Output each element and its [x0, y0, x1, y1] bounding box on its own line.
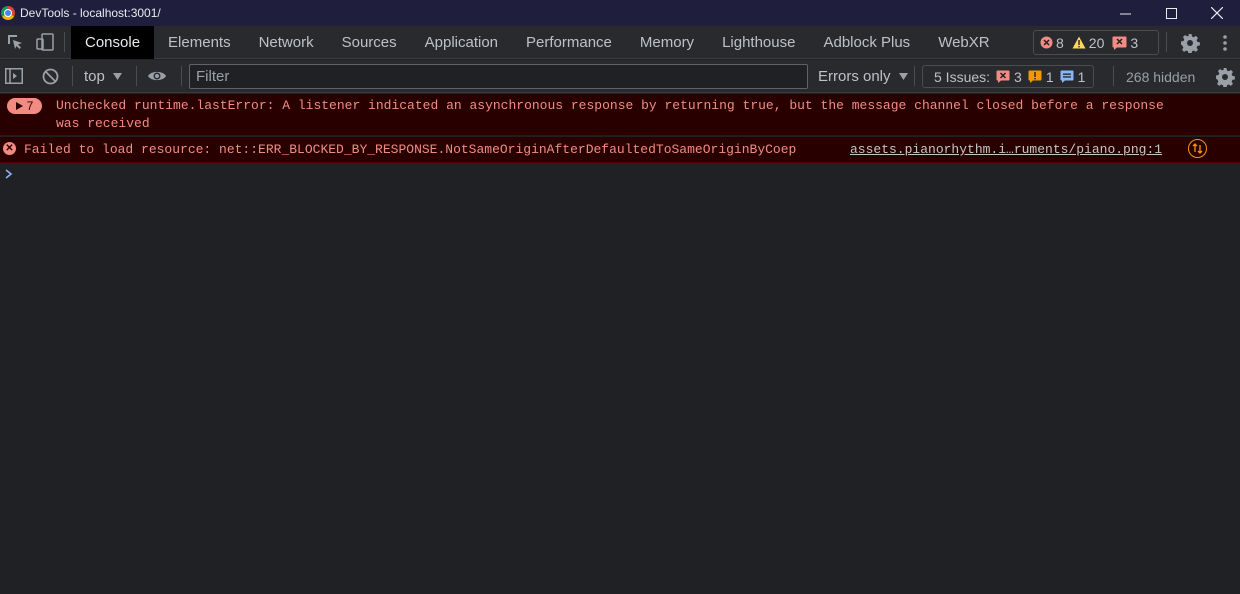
console-prompt[interactable] — [5, 168, 13, 184]
network-request-icon[interactable] — [1188, 139, 1207, 158]
error-warning-counter[interactable]: 8 20 3 — [1033, 30, 1159, 55]
issue-info-icon — [1060, 70, 1074, 83]
inspect-icon — [8, 35, 22, 49]
hidden-messages-count: 268 hidden — [1126, 68, 1196, 85]
eye-icon — [148, 71, 166, 81]
error-icon: ✕ — [3, 142, 16, 155]
arrows-icon — [1192, 143, 1203, 154]
tab-application[interactable]: Application — [411, 26, 512, 59]
expand-arrow-icon — [15, 102, 23, 110]
device-toolbar-button[interactable] — [30, 26, 60, 59]
tab-memory[interactable]: Memory — [626, 26, 708, 59]
kebab-menu-icon — [1223, 34, 1227, 51]
message-text: Unchecked runtime.lastError: A listener … — [56, 98, 1164, 131]
toolbar-separator — [914, 66, 915, 86]
clear-console-button[interactable] — [36, 60, 64, 93]
console-toolbar: top Filter Errors only 5 Issues: 3 1 1 2… — [0, 60, 1240, 93]
dropdown-arrow-icon — [112, 72, 122, 80]
warning-icon — [1072, 36, 1086, 49]
issues-count: 3 — [1130, 34, 1139, 51]
tab-lighthouse[interactable]: Lighthouse — [708, 26, 809, 59]
tab-elements[interactable]: Elements — [154, 26, 245, 59]
tab-console[interactable]: Console — [71, 25, 155, 59]
context-label: top — [84, 67, 105, 85]
toolbar-separator — [1113, 66, 1114, 86]
issues-error-count: 3 — [1014, 68, 1022, 85]
chrome-logo-icon — [1, 6, 15, 20]
sidebar-toggle-icon — [5, 68, 23, 84]
close-icon — [1211, 7, 1223, 19]
tab-performance[interactable]: Performance — [512, 26, 626, 59]
toolbar-separator — [72, 66, 73, 86]
gear-icon — [1181, 33, 1200, 53]
tab-separator — [64, 32, 65, 52]
clear-icon — [42, 68, 58, 84]
toolbar-separator — [181, 66, 182, 86]
console-message-error[interactable]: 7 Unchecked runtime.lastError: A listene… — [0, 94, 1240, 136]
console-message-error[interactable]: ✕ Failed to load resource: net::ERR_BLOC… — [0, 137, 1240, 163]
minimize-icon — [1119, 13, 1131, 14]
error-count: 8 — [1056, 34, 1064, 51]
message-text: Failed to load resource: net::ERR_BLOCKE… — [24, 142, 797, 157]
tab-adblock-plus[interactable]: Adblock Plus — [809, 26, 924, 59]
issue-warning-icon — [1028, 70, 1042, 83]
issues-info-count: 1 — [1077, 68, 1086, 85]
close-button[interactable] — [1194, 0, 1240, 26]
issues-icon — [1112, 36, 1127, 50]
more-options-button[interactable] — [1210, 26, 1240, 59]
gear-icon — [1216, 67, 1235, 87]
log-levels-dropdown[interactable]: Errors only — [818, 60, 908, 93]
toggle-sidebar-button[interactable] — [0, 60, 28, 93]
filter-input[interactable]: Filter — [189, 64, 808, 89]
issues-warning-count: 1 — [1045, 68, 1054, 85]
maximize-icon — [1165, 7, 1177, 19]
window-titlebar: DevTools - localhost:3001/ — [0, 0, 1240, 26]
live-expression-button[interactable] — [143, 60, 171, 93]
toolbar-separator — [136, 66, 137, 86]
tab-webxr[interactable]: WebXR — [924, 26, 1003, 59]
source-link[interactable]: assets.pianorhythm.i…ruments/piano.png:1 — [850, 141, 1162, 159]
console-settings-button[interactable] — [1212, 60, 1238, 93]
tab-sources[interactable]: Sources — [328, 26, 411, 59]
context-selector[interactable]: top — [76, 68, 130, 85]
repeat-count: 7 — [26, 99, 34, 113]
device-icon — [36, 33, 54, 51]
window-title: DevTools - localhost:3001/ — [20, 6, 161, 20]
repeat-count-badge: 7 — [7, 98, 42, 114]
minimize-button[interactable] — [1102, 0, 1148, 26]
warning-count: 20 — [1088, 34, 1105, 51]
chevron-right-icon — [5, 169, 13, 179]
issues-label: 5 Issues: — [934, 68, 991, 85]
issues-button[interactable]: 5 Issues: 3 1 1 — [922, 65, 1095, 88]
tab-network[interactable]: Network — [245, 26, 328, 59]
dropdown-arrow-icon — [898, 73, 908, 80]
settings-button[interactable] — [1175, 26, 1205, 59]
toolbar-separator — [1166, 32, 1167, 52]
inspect-element-button[interactable] — [0, 26, 30, 59]
maximize-button[interactable] — [1148, 0, 1194, 26]
issue-error-icon — [996, 70, 1010, 83]
log-levels-label: Errors only — [818, 68, 891, 85]
error-icon — [1040, 36, 1053, 49]
devtools-tabbar: Console Elements Network Sources Applica… — [0, 25, 1240, 59]
